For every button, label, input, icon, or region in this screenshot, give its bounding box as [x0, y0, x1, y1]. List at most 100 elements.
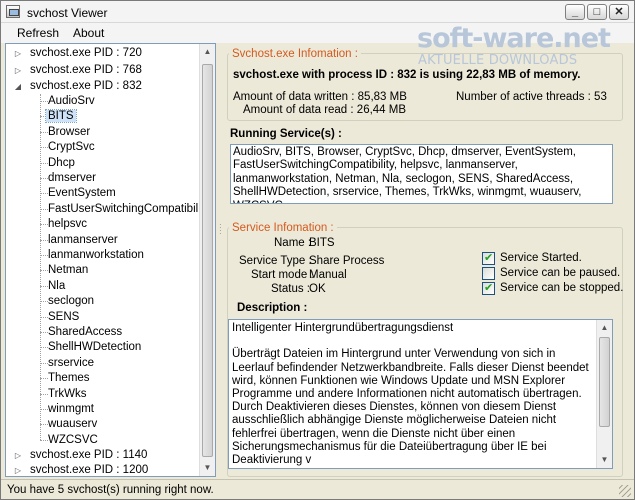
tree-service-label[interactable]: Netman [48, 264, 88, 276]
service-name-label: Name : [274, 237, 312, 249]
running-services-text[interactable]: AudioSrv, BITS, Browser, CryptSvc, Dhcp,… [230, 144, 613, 204]
tree-service-item[interactable]: EventSystem [48, 186, 116, 201]
description-title: Description : [237, 302, 308, 314]
tree-service-item[interactable]: helpsvc [48, 217, 87, 232]
tree-service-label[interactable]: wuauserv [48, 418, 97, 430]
minimize-button[interactable]: _ [565, 4, 585, 20]
tree-service-item[interactable]: lanmanserver [48, 233, 118, 248]
service-started-label: Service Started. [500, 252, 582, 264]
description-textbox[interactable]: Intelligenter Hintergrundübertragungsdie… [228, 319, 613, 469]
expand-arrow-icon[interactable]: ▷ [14, 67, 22, 75]
status-label: Status : [271, 283, 310, 295]
menu-refresh[interactable]: Refresh [17, 26, 59, 40]
tree-service-item[interactable]: FastUserSwitchingCompatibility [48, 202, 210, 217]
tree-service-item[interactable]: WZCSVC [48, 433, 98, 448]
service-stoppable-checkbox[interactable] [482, 281, 495, 295]
scroll-up-icon[interactable]: ▲ [597, 320, 612, 336]
tree-service-label[interactable]: lanmanserver [48, 234, 118, 246]
tree-service-label[interactable]: helpsvc [48, 218, 87, 230]
tree-service-item[interactable]: Browser [48, 125, 90, 140]
tree-guide-line [40, 285, 48, 287]
tree-service-label[interactable]: TrkWks [48, 388, 87, 400]
tree-service-item[interactable]: Themes [48, 371, 90, 386]
tree-service-item[interactable]: dmserver [48, 171, 96, 186]
service-type-value: Share Process [309, 255, 385, 267]
service-stoppable-label: Service can be stopped. [500, 282, 624, 294]
expand-arrow-icon[interactable]: ▷ [14, 467, 22, 475]
tree-service-label[interactable]: CryptSvc [48, 141, 95, 153]
tree-service-label[interactable]: SharedAccess [48, 326, 122, 338]
service-started-checkbox[interactable] [482, 251, 495, 265]
tree-service-label[interactable]: SENS [48, 311, 79, 323]
tree-service-item[interactable]: srservice [48, 356, 94, 371]
start-mode-value: Manual [309, 269, 347, 281]
tree-guide-line [40, 94, 41, 440]
tree-process-label[interactable]: svchost.exe PID : 832 [30, 79, 142, 94]
tree-service-item[interactable]: ShellHWDetection [48, 340, 141, 355]
tree-service-label[interactable]: EventSystem [48, 187, 116, 199]
tree-service-item[interactable]: wuauserv [48, 417, 97, 432]
tree-guide-line [40, 424, 48, 426]
tree-service-label[interactable]: Browser [48, 126, 90, 138]
service-info-title: Service Infomation : [229, 222, 337, 234]
tree-service-label[interactable]: Themes [48, 372, 90, 384]
tree-process-label[interactable]: svchost.exe PID : 1140 [30, 448, 147, 463]
tree-service-label[interactable]: AudioSrv [48, 95, 95, 107]
collapse-arrow-icon[interactable]: ◢ [14, 83, 22, 91]
tree-guide-line [40, 393, 48, 395]
tree-service-item[interactable]: AudioSrv [48, 94, 95, 109]
expand-arrow-icon[interactable]: ▷ [14, 452, 22, 460]
close-button[interactable]: ✕ [609, 4, 629, 20]
tree-guide-line [40, 347, 48, 349]
tree-service-item[interactable]: lanmanworkstation [48, 248, 144, 263]
tree-service-item[interactable]: CryptSvc [48, 140, 95, 155]
splitter-handle[interactable]: · · · · [219, 221, 224, 238]
tree-service-item[interactable]: Netman [48, 263, 88, 278]
service-pausable-label: Service can be paused. [500, 267, 621, 279]
tree-service-label[interactable]: srservice [48, 357, 94, 369]
title-bar[interactable]: svchost Viewer _ □ ✕ [1, 1, 634, 23]
tree-guide-line [40, 409, 48, 410]
description-scrollbar[interactable]: ▲ ▼ [596, 320, 612, 468]
tree-service-label[interactable]: BITS [45, 109, 77, 124]
tree-service-item[interactable]: Dhcp [48, 156, 75, 171]
tree-service-label[interactable]: seclogon [48, 295, 94, 307]
tree-service-item[interactable]: BITS [45, 109, 77, 124]
resize-grip-icon[interactable] [619, 485, 631, 497]
svchost-info-title: Svchost.exe Infomation : [229, 48, 361, 60]
tree-process-label[interactable]: svchost.exe PID : 768 [30, 63, 142, 78]
maximize-button[interactable]: □ [587, 4, 607, 20]
service-pausable-checkbox[interactable] [482, 267, 495, 280]
tree-service-label[interactable]: Nla [48, 280, 65, 292]
running-services-title: Running Service(s) : [230, 128, 342, 140]
scroll-down-icon[interactable]: ▼ [200, 460, 215, 476]
tree-service-item[interactable]: SENS [48, 310, 79, 325]
tree-service-item[interactable]: SharedAccess [48, 325, 122, 340]
tree-process-label[interactable]: svchost.exe PID : 1200 [30, 463, 148, 476]
tree-guide-line [40, 101, 48, 102]
scroll-up-icon[interactable]: ▲ [200, 44, 215, 60]
scroll-down-icon[interactable]: ▼ [597, 452, 612, 468]
menu-about[interactable]: About [73, 26, 104, 40]
tree-service-label[interactable]: WZCSVC [48, 434, 98, 446]
expand-arrow-icon[interactable]: ▷ [14, 50, 22, 58]
tree-service-label[interactable]: lanmanworkstation [48, 249, 144, 261]
tree-service-label[interactable]: dmserver [48, 172, 96, 184]
tree-service-label[interactable]: ShellHWDetection [48, 341, 141, 353]
tree-service-item[interactable]: seclogon [48, 294, 94, 309]
memory-headline: svchost.exe with process ID : 832 is usi… [233, 69, 581, 81]
tree-service-item[interactable]: Nla [48, 279, 65, 294]
service-type-label: Service Type : [239, 255, 312, 267]
scroll-thumb[interactable] [202, 64, 213, 457]
tree-service-label[interactable]: Dhcp [48, 157, 75, 169]
tree-service-item[interactable]: winmgmt [48, 402, 94, 417]
data-read-label: Amount of data read : 26,44 MB [243, 104, 407, 116]
tree-service-item[interactable]: TrkWks [48, 387, 87, 402]
scroll-thumb[interactable] [599, 337, 610, 427]
tree-scrollbar[interactable]: ▲ ▼ [199, 44, 215, 476]
tree-service-label[interactable]: winmgmt [48, 403, 94, 415]
tree-process-label[interactable]: svchost.exe PID : 720 [30, 46, 142, 61]
tree-service-label[interactable]: FastUserSwitchingCompatibility [48, 203, 210, 215]
description-text: Intelligenter Hintergrundübertragungsdie… [232, 322, 589, 467]
process-tree[interactable]: ▷ svchost.exe PID : 720 ▷ svchost.exe PI… [5, 43, 216, 477]
